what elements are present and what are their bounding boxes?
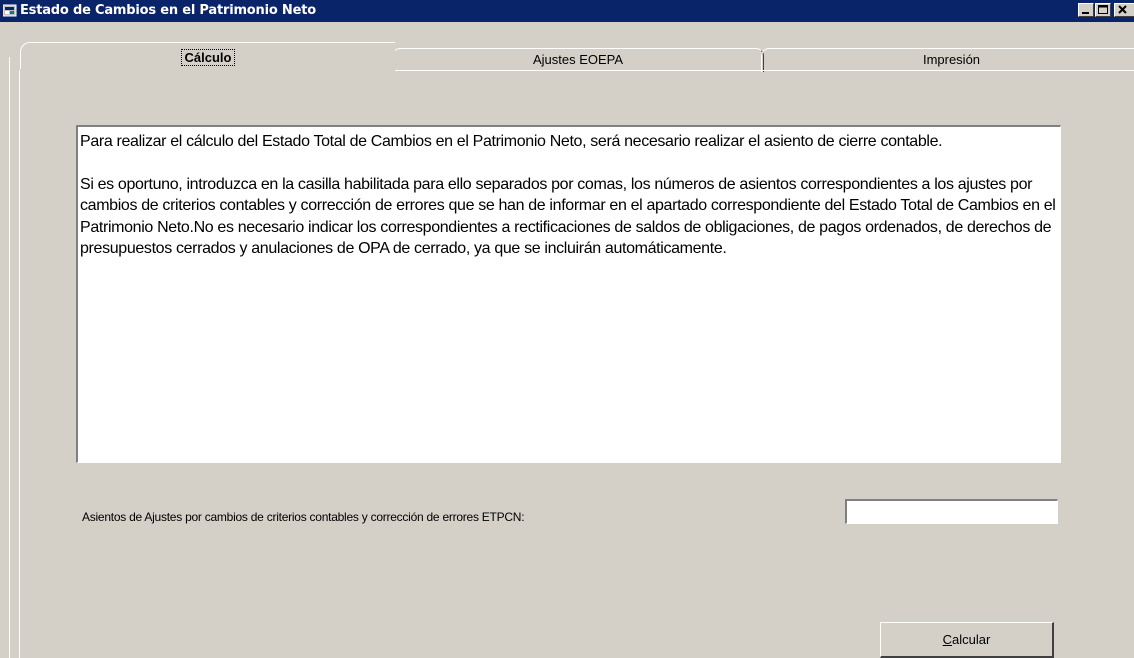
tab-label: Ajustes EOEPA bbox=[532, 52, 624, 67]
tab-label: Cálculo bbox=[180, 49, 236, 66]
tab-calculo[interactable]: Cálculo bbox=[20, 42, 395, 72]
button-label: alcular bbox=[952, 632, 991, 647]
memo-paragraph: Si es oportuno, introduzca en la casilla… bbox=[80, 175, 1056, 258]
minimize-button[interactable] bbox=[1078, 3, 1094, 17]
asientos-input[interactable] bbox=[845, 499, 1058, 524]
tab-ajustes-eoepa[interactable]: Ajustes EOEPA bbox=[392, 48, 764, 72]
asientos-field-label: Asientos de Ajustes por cambios de crite… bbox=[82, 510, 525, 524]
window-inner-border bbox=[9, 57, 10, 658]
tab-impresion[interactable]: Impresión bbox=[761, 48, 1134, 72]
instructions-memo[interactable]: Para realizar el cálculo del Estado Tota… bbox=[76, 125, 1061, 463]
app-window-icon[interactable] bbox=[2, 4, 17, 18]
button-accelerator: C bbox=[942, 632, 953, 647]
memo-paragraph: Para realizar el cálculo del Estado Tota… bbox=[80, 133, 943, 150]
tab-join bbox=[20, 69, 394, 72]
window-title: Estado de Cambios en el Patrimonio Neto bbox=[20, 3, 316, 18]
maximize-button[interactable] bbox=[1095, 3, 1111, 17]
close-button[interactable] bbox=[1114, 3, 1134, 17]
title-bar[interactable]: Estado de Cambios en el Patrimonio Neto bbox=[0, 0, 1134, 22]
tab-label: Impresión bbox=[922, 52, 981, 67]
main-window: Estado de Cambios en el Patrimonio Neto … bbox=[0, 0, 1134, 658]
calcular-button[interactable]: Calcular bbox=[880, 622, 1054, 658]
